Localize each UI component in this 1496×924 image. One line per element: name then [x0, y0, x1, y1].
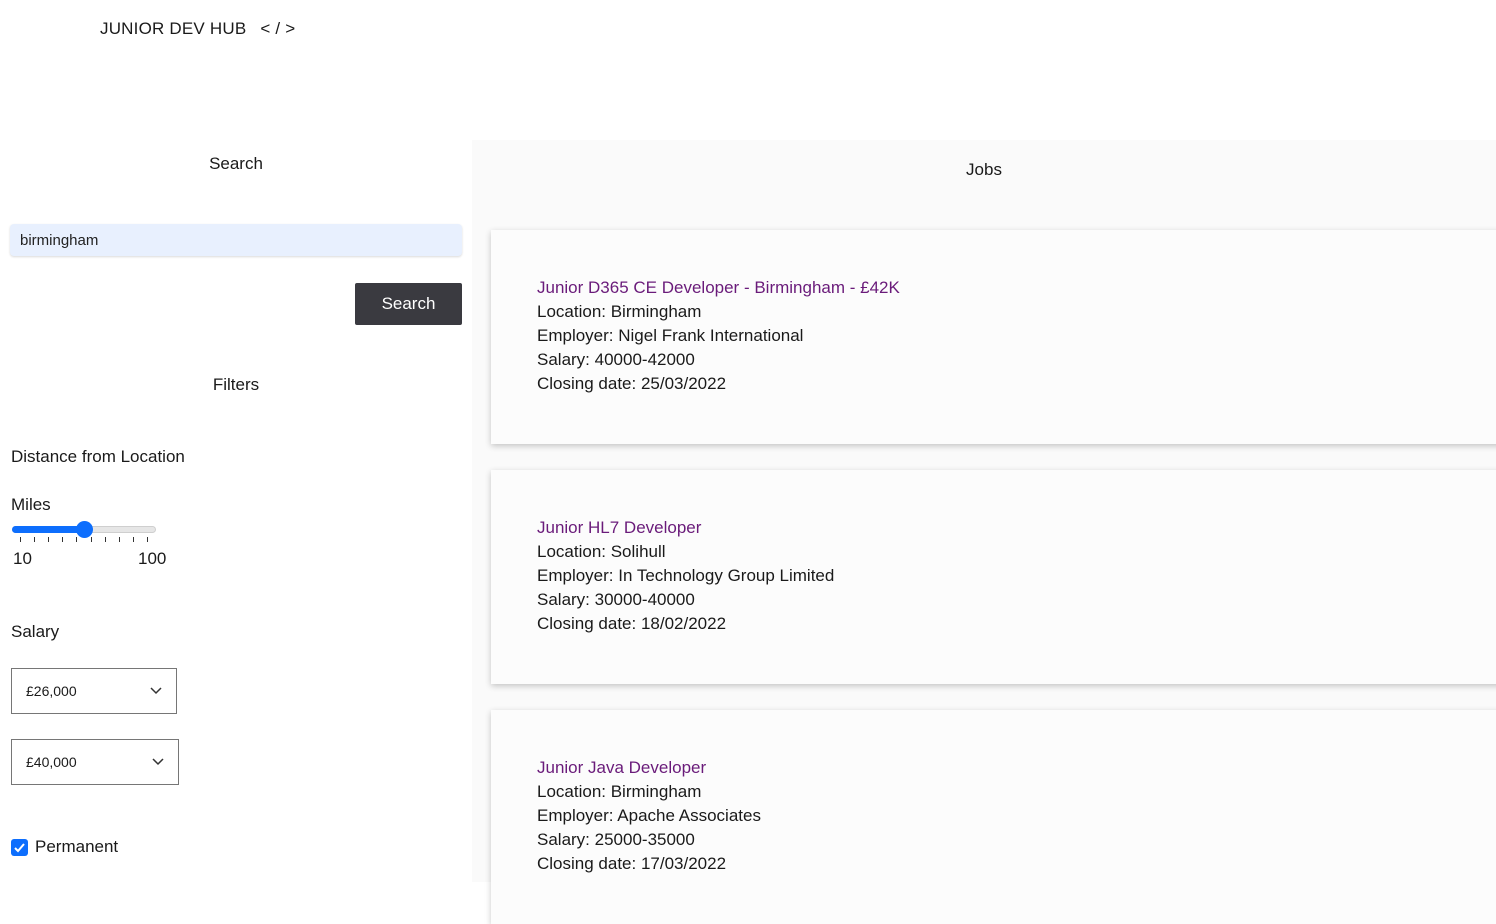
search-button[interactable]: Search [355, 283, 462, 325]
code-icon: < / > [260, 19, 296, 38]
permanent-label: Permanent [35, 837, 119, 856]
job-location: Location: Birmingham [537, 782, 702, 801]
filters-heading: Filters [212, 375, 260, 394]
permanent-filter[interactable]: Permanent [11, 837, 118, 857]
job-location: Location: Birmingham [537, 302, 702, 321]
salary-min-select[interactable]: £26,000 [11, 668, 177, 714]
slider-fill [12, 526, 84, 533]
search-heading: Search [209, 154, 263, 173]
sidebar: Search Search Filters Distance from Loca… [0, 140, 472, 882]
job-card[interactable]: Junior Java Developer Location: Birmingh… [491, 710, 1496, 924]
miles-label: Miles [11, 495, 51, 514]
distance-label: Distance from Location [11, 447, 185, 466]
job-card[interactable]: Junior HL7 Developer Location: Solihull … [491, 470, 1496, 684]
job-location: Location: Solihull [537, 542, 666, 561]
slider-max-label: 100 [138, 549, 167, 568]
distance-slider[interactable] [12, 521, 156, 545]
job-closing-date: Closing date: 25/03/2022 [537, 374, 727, 393]
brand-name: JUNIOR DEV HUB [100, 19, 247, 38]
job-employer: Employer: In Technology Group Limited [537, 566, 835, 585]
job-card[interactable]: Junior D365 CE Developer - Birmingham - … [491, 230, 1496, 444]
slider-thumb[interactable] [76, 521, 93, 538]
jobs-panel: Jobs Junior D365 CE Developer - Birmingh… [472, 140, 1496, 924]
site-logo[interactable]: JUNIOR DEV HUB < / > [100, 19, 295, 39]
job-employer: Employer: Nigel Frank International [537, 326, 804, 345]
job-employer: Employer: Apache Associates [537, 806, 761, 825]
permanent-checkbox[interactable] [11, 838, 28, 856]
slider-min-label: 10 [13, 549, 32, 568]
job-title-link[interactable]: Junior Java Developer [537, 756, 1496, 780]
job-title-link[interactable]: Junior D365 CE Developer - Birmingham - … [537, 276, 1496, 300]
job-title-link[interactable]: Junior HL7 Developer [537, 516, 1496, 540]
job-closing-date: Closing date: 18/02/2022 [537, 614, 727, 633]
job-salary: Salary: 25000-35000 [537, 830, 695, 849]
chevron-down-icon [150, 687, 162, 695]
salary-label: Salary [11, 622, 60, 641]
search-input[interactable] [10, 224, 462, 256]
salary-min-value: £26,000 [26, 683, 77, 699]
jobs-heading: Jobs [966, 160, 1002, 179]
job-closing-date: Closing date: 17/03/2022 [537, 854, 727, 873]
job-salary: Salary: 40000-42000 [537, 350, 695, 369]
salary-max-select[interactable]: £40,000 [11, 739, 179, 785]
chevron-down-icon [152, 758, 164, 766]
salary-max-value: £40,000 [26, 754, 77, 770]
job-salary: Salary: 30000-40000 [537, 590, 695, 609]
check-icon [14, 842, 25, 852]
